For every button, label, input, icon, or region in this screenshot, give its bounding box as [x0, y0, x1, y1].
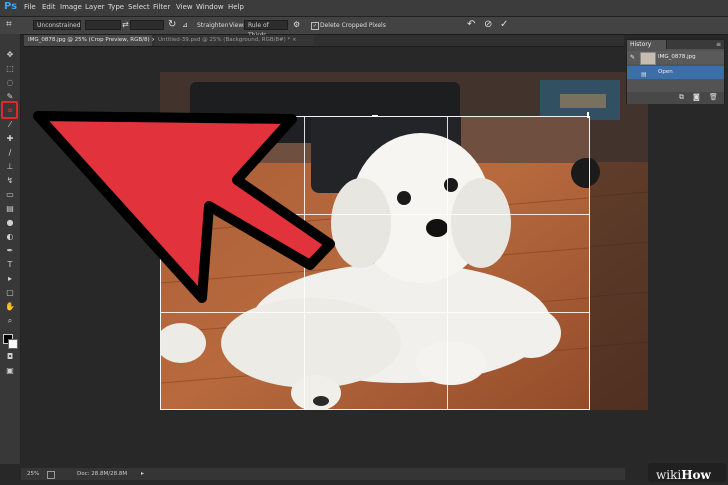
move-tool-icon[interactable]: ✥: [3, 50, 17, 60]
type-tool-icon[interactable]: T: [3, 260, 17, 270]
path-select-tool-icon[interactable]: ▸: [3, 274, 17, 284]
history-footer: ⧉ ◙ 🗑: [627, 92, 724, 104]
tools-panel: ✥ ⬚ ◌ ✎ ⌗ ⁄ ✚ ∕ ⊥ ↯ ▭ ▤ ● ◐ ✒ T ▸ ▢ ✋ ⌕ …: [0, 34, 21, 464]
crop-handle-top-right[interactable]: [587, 112, 589, 118]
brush-source-icon: ✎: [630, 54, 636, 61]
document-icon: ▤: [641, 71, 647, 78]
history-item-label: IMG_0878.jpg: [658, 54, 696, 60]
menu-filter[interactable]: Filter: [153, 3, 170, 11]
dodge-tool-icon[interactable]: ◐: [3, 232, 17, 242]
tab-untitled-39[interactable]: Untitled-39.psd @ 25% (Background, RGB/8…: [154, 35, 314, 46]
gradient-tool-icon[interactable]: ▤: [3, 204, 17, 214]
menu-view[interactable]: View: [176, 3, 193, 11]
background-color-swatch[interactable]: [8, 339, 18, 349]
delete-cropped-checkbox[interactable]: ✓: [311, 22, 319, 30]
menu-image[interactable]: Image: [60, 3, 82, 11]
thirds-gridline-v1: [304, 117, 305, 409]
new-document-icon[interactable]: ⧉: [679, 93, 684, 102]
history-brush-tool-icon[interactable]: ↯: [3, 176, 17, 186]
shape-tool-icon[interactable]: ▢: [3, 288, 17, 298]
doc-size: Doc: 28.8M/28.8M: [77, 471, 128, 477]
status-arrow-icon[interactable]: ▸: [141, 468, 144, 480]
menu-help[interactable]: Help: [228, 3, 244, 11]
view-select[interactable]: Rule of Thirds: [244, 20, 288, 39]
thirds-gridline-h1: [161, 214, 589, 215]
thirds-gridline-v2: [447, 117, 448, 409]
status-bar: 25% Doc: 28.8M/28.8M ▸: [21, 468, 625, 480]
history-item-label: Open: [658, 69, 673, 75]
stamp-tool-icon[interactable]: ⊥: [3, 162, 17, 172]
menu-layer[interactable]: Layer: [85, 3, 105, 11]
menu-bar: Ps File Edit Image Layer Type Select Fil…: [0, 0, 728, 17]
history-panel: History ≡ ✎ IMG_0878.jpg ▤ Open ⧉ ◙ 🗑: [626, 39, 725, 104]
trash-icon[interactable]: 🗑: [709, 93, 718, 101]
healing-tool-icon[interactable]: ✚: [3, 134, 17, 144]
menu-file[interactable]: File: [24, 3, 36, 11]
screen-mode-icon[interactable]: ▣: [3, 366, 17, 376]
snapshot-thumbnail: [640, 52, 656, 65]
thirds-gridline-h2: [161, 312, 589, 313]
menu-type[interactable]: Type: [108, 3, 124, 11]
tab-img-0878[interactable]: IMG_0878.jpg @ 25% (Crop Preview, RGB/8)…: [24, 35, 156, 46]
view-label: View:: [229, 22, 245, 29]
gear-icon[interactable]: ⚙: [293, 19, 300, 31]
marquee-tool-icon[interactable]: ⬚: [3, 64, 17, 74]
hand-tool-icon[interactable]: ✋: [3, 302, 17, 312]
check-icon[interactable]: ✓: [500, 19, 508, 31]
photoshop-logo: Ps: [4, 1, 18, 12]
height-input[interactable]: [130, 20, 164, 30]
history-snapshot-row[interactable]: ✎ IMG_0878.jpg: [627, 51, 724, 65]
ratio-select[interactable]: Unconstrained: [33, 20, 81, 30]
rotate-icon[interactable]: ↻: [168, 19, 176, 31]
wikihow-watermark: wikiHow: [648, 463, 726, 482]
lasso-tool-icon[interactable]: ◌: [3, 78, 17, 88]
pen-tool-icon[interactable]: ✒: [3, 246, 17, 256]
history-tab[interactable]: History: [627, 40, 667, 49]
undo-icon[interactable]: ↶: [467, 19, 475, 31]
status-menu-icon[interactable]: [47, 471, 55, 479]
crop-handle-top[interactable]: [372, 115, 378, 117]
eraser-tool-icon[interactable]: ▭: [3, 190, 17, 200]
cancel-icon[interactable]: ⊘: [484, 19, 492, 31]
panel-menu-icon[interactable]: ≡: [716, 41, 721, 48]
zoom-tool-icon[interactable]: ⌕: [3, 316, 17, 326]
wikihow-logo: wikiHow: [656, 468, 711, 482]
delete-cropped-label: Delete Cropped Pixels: [320, 22, 386, 29]
options-bar: ⌗ Unconstrained ⇄ ↻ ⊿ Straighten View: R…: [0, 17, 728, 39]
crop-icon[interactable]: ⌗: [6, 19, 12, 31]
crop-box[interactable]: [160, 116, 590, 410]
quick-mask-icon[interactable]: ◘: [3, 352, 17, 362]
menu-window[interactable]: Window: [196, 3, 224, 11]
crop-tool-highlight: [1, 101, 18, 119]
history-state-row[interactable]: ▤ Open: [627, 66, 724, 79]
width-input[interactable]: [85, 20, 121, 30]
straighten-label[interactable]: Straighten: [197, 22, 228, 29]
menu-edit[interactable]: Edit: [42, 3, 56, 11]
camera-icon[interactable]: ◙: [693, 93, 700, 101]
brush-tool-icon[interactable]: ∕: [3, 148, 17, 158]
menu-select[interactable]: Select: [128, 3, 150, 11]
level-icon[interactable]: ⊿: [182, 19, 188, 31]
document-tabs: IMG_0878.jpg @ 25% (Crop Preview, RGB/8)…: [24, 35, 624, 47]
eyedropper-tool-icon[interactable]: ⁄: [3, 120, 17, 130]
blur-tool-icon[interactable]: ●: [3, 218, 17, 228]
zoom-level[interactable]: 25%: [27, 468, 39, 480]
swap-icon[interactable]: ⇄: [122, 19, 129, 31]
